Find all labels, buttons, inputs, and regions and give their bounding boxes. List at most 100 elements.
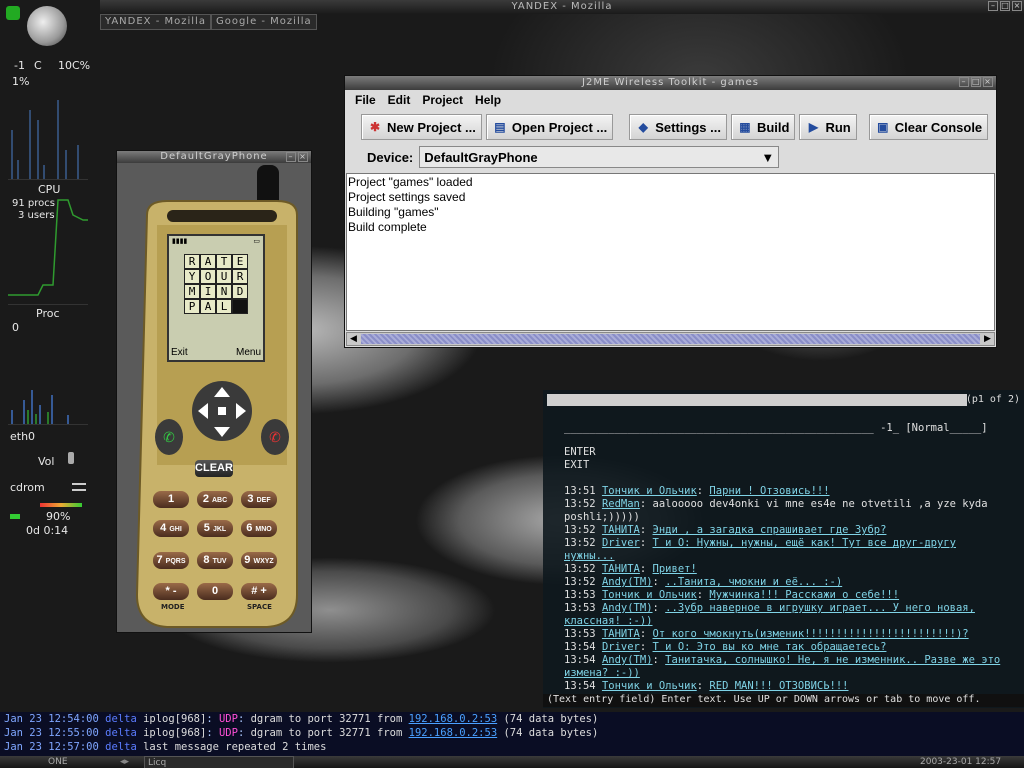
key-4[interactable]: 4 GHI: [153, 520, 189, 537]
grid-cell[interactable]: U: [216, 269, 232, 284]
menu-file[interactable]: File: [349, 93, 382, 107]
grid-cell[interactable]: P: [184, 299, 200, 314]
desktop-name[interactable]: ONE: [48, 756, 68, 768]
key-5[interactable]: 5 JKL: [197, 520, 233, 537]
enter-option[interactable]: ENTER: [564, 446, 596, 458]
clear-key[interactable]: CLEAR: [195, 460, 233, 477]
chat-message: 13:52 Driver: Т и О: Нужны, нужны, ещё к…: [564, 537, 956, 562]
key-1[interactable]: 1: [153, 491, 189, 508]
close-icon[interactable]: ×: [1012, 1, 1022, 11]
menu-project[interactable]: Project: [416, 93, 469, 107]
chat-nick[interactable]: Andy(TM): [602, 654, 653, 666]
close-icon[interactable]: ×: [298, 152, 308, 162]
volume-slider[interactable]: [68, 452, 74, 464]
open-project-button[interactable]: ▤ Open Project ...: [485, 114, 614, 140]
horizontal-scrollbar[interactable]: ◀ ▶: [346, 332, 995, 346]
grid-cell[interactable]: A: [200, 299, 216, 314]
key-9[interactable]: 9 WXYZ: [241, 552, 277, 569]
window-titlebar[interactable]: J2ME Wireless Toolkit - games – □ ×: [345, 76, 996, 90]
new-project-button[interactable]: ✱ New Project ...: [361, 114, 482, 140]
chat-nick[interactable]: ТАНИТА: [602, 524, 640, 536]
key-7[interactable]: 7 PQRS: [153, 552, 189, 569]
chat-text: Мужчинка!!! Расскажи о себе!!!: [709, 589, 900, 601]
settings-button[interactable]: ◆ Settings ...: [629, 114, 727, 140]
toolbar: ✱ New Project ... ▤ Open Project ... ◆ Sett…: [345, 110, 996, 144]
maximize-icon[interactable]: □: [971, 77, 981, 87]
exit-option[interactable]: EXIT: [564, 459, 589, 471]
key-8[interactable]: 8 TUV: [197, 552, 233, 569]
chat-nick[interactable]: Andy(TM): [602, 602, 653, 614]
battery-percent: 90%: [46, 510, 71, 523]
chat-nick[interactable]: Driver: [602, 641, 640, 653]
grid-cell[interactable]: T: [216, 254, 232, 269]
active-window-title: YANDEX - Mozilla: [511, 1, 613, 12]
grid-cell-cursor[interactable]: [232, 299, 248, 314]
chat-nick[interactable]: Andy(TM): [602, 576, 653, 588]
softkey-menu[interactable]: Menu: [236, 347, 261, 358]
chat-nick[interactable]: Тончик и Ольчик: [602, 485, 697, 497]
svg-text:✆: ✆: [269, 430, 281, 446]
key-star[interactable]: * -: [153, 583, 189, 600]
scroll-left-icon[interactable]: ◀: [347, 333, 360, 345]
clear-console-button[interactable]: ▣ Clear Console: [868, 114, 989, 140]
task-licq[interactable]: Licq: [144, 756, 294, 768]
key-6[interactable]: 6 MNO: [241, 520, 277, 537]
grid-cell[interactable]: O: [200, 269, 216, 284]
log-line: Jan 23 12:54:00 delta iplog[968]: UDP: d…: [4, 713, 599, 725]
minimize-icon[interactable]: –: [959, 77, 969, 87]
grid-cell[interactable]: N: [216, 284, 232, 299]
key-3[interactable]: 3 DEF: [241, 491, 277, 508]
maximize-icon[interactable]: □: [1000, 1, 1010, 11]
chat-nick[interactable]: Driver: [602, 537, 640, 549]
eject-icon[interactable]: [72, 483, 86, 491]
console-output[interactable]: Project "games" loaded Project settings …: [346, 173, 995, 331]
chat-nick[interactable]: ТАНИТА: [602, 563, 640, 575]
temperature-unit: C: [34, 59, 42, 72]
console-line: Project "games" loaded: [348, 175, 473, 189]
grid-cell[interactable]: A: [200, 254, 216, 269]
device-select[interactable]: DefaultGrayPhone ▼: [419, 146, 780, 168]
key-0[interactable]: 0: [197, 583, 233, 600]
chat-nick[interactable]: Тончик и Ольчик: [602, 680, 697, 691]
scrollbar-thumb[interactable]: [361, 334, 980, 344]
grid-cell[interactable]: R: [232, 269, 248, 284]
key-2[interactable]: 2 ABC: [197, 491, 233, 508]
new-project-icon: ✱: [369, 120, 381, 134]
minimize-icon[interactable]: –: [988, 1, 998, 11]
battery-meter: [40, 503, 82, 507]
app-icon[interactable]: [6, 6, 20, 20]
grid-cell[interactable]: R: [184, 254, 200, 269]
grid-cell[interactable]: D: [232, 284, 248, 299]
scroll-right-icon[interactable]: ▶: [981, 333, 994, 345]
key-hash[interactable]: # +: [241, 583, 277, 600]
mode-label: MODE: [161, 603, 185, 611]
grid-cell[interactable]: Y: [184, 269, 200, 284]
task-google[interactable]: Google - Mozilla: [210, 14, 317, 30]
grid-cell[interactable]: M: [184, 284, 200, 299]
build-button[interactable]: ▦ Build: [730, 114, 796, 140]
chat-text: Парни ! Отзовись!!!: [709, 485, 830, 497]
task-yandex[interactable]: YANDEX - Mozilla: [100, 14, 211, 30]
menu-help[interactable]: Help: [469, 93, 507, 107]
minimize-icon[interactable]: –: [286, 152, 296, 162]
word-grid[interactable]: R A T E Y O U R M I N D P A L: [184, 254, 248, 314]
text-entry-status[interactable]: (Text entry field) Enter text. Use UP or…: [543, 694, 1024, 707]
device-label: Device:: [367, 149, 414, 165]
chat-nick[interactable]: Тончик и Ольчик: [602, 589, 697, 601]
device-row: Device: DefaultGrayPhone ▼: [345, 144, 996, 170]
chat-message: 13:52 RedMan: aalooooo dev4onki vi mne e…: [564, 498, 988, 523]
chat-nick[interactable]: ТАНИТА: [602, 628, 640, 640]
run-button[interactable]: ▶ Run: [799, 114, 857, 140]
menu-edit[interactable]: Edit: [382, 93, 417, 107]
grid-cell[interactable]: L: [216, 299, 232, 314]
softkey-exit[interactable]: Exit: [171, 347, 188, 358]
close-icon[interactable]: ×: [983, 77, 993, 87]
chat-message: 13:54 Andy(TM): Танитачка, солнышко! Не,…: [564, 654, 1001, 679]
settings-icon: ◆: [638, 120, 648, 134]
grid-cell[interactable]: I: [200, 284, 216, 299]
chat-nick[interactable]: RedMan: [602, 498, 640, 510]
console-line: Building "games": [348, 205, 439, 219]
phone-titlebar[interactable]: DefaultGrayPhone – ×: [117, 151, 311, 163]
task-arrow-icon[interactable]: ◂▸: [120, 756, 129, 768]
grid-cell[interactable]: E: [232, 254, 248, 269]
